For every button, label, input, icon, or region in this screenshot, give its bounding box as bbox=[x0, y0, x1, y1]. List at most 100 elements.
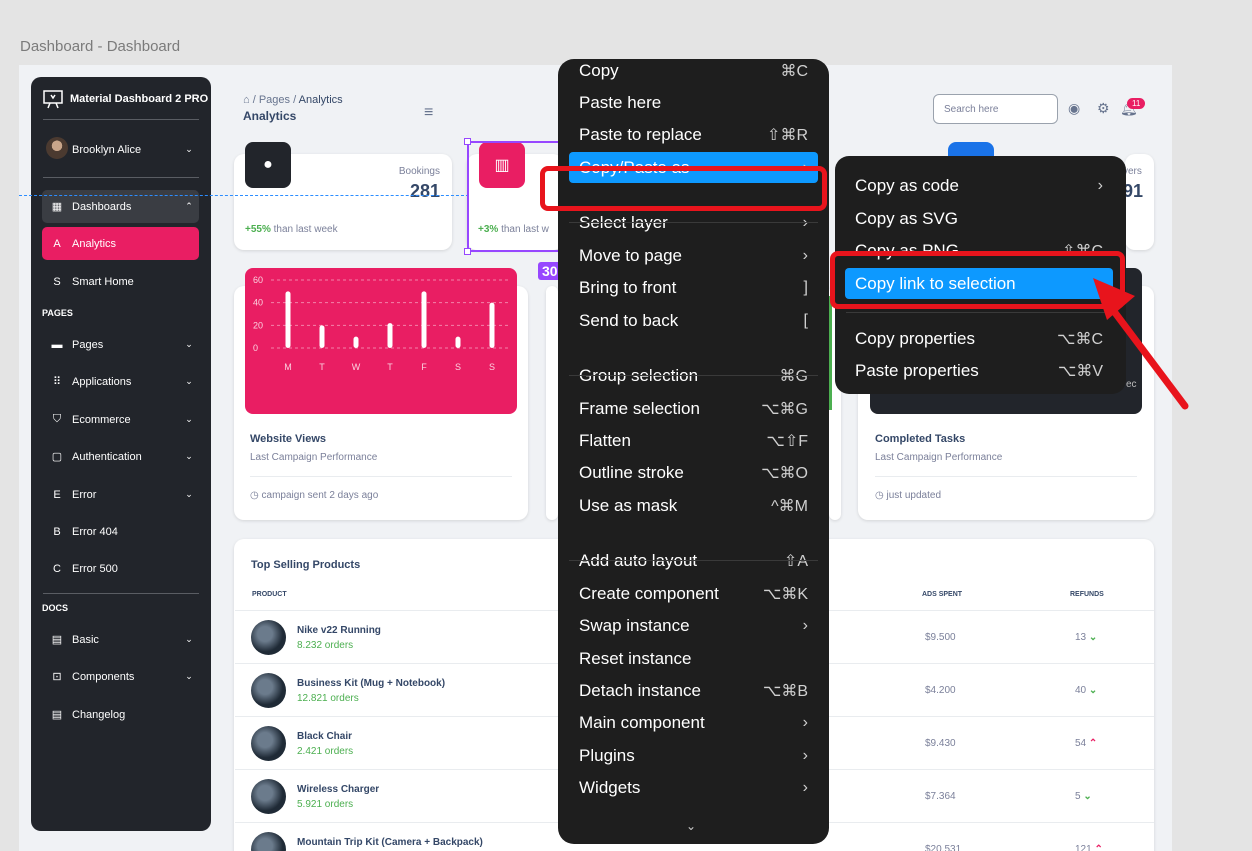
divider bbox=[43, 119, 199, 120]
col-ads: ADS SPENT bbox=[922, 591, 963, 598]
chevron-down-icon: ⌄ bbox=[185, 634, 193, 644]
col-refunds: REFUNDS bbox=[1070, 591, 1104, 598]
resize-handle[interactable] bbox=[464, 248, 471, 255]
menu-item-swap-instance[interactable]: Swap instance › bbox=[569, 610, 818, 641]
scroll-down-icon[interactable]: ⌄ bbox=[686, 819, 696, 833]
product-image bbox=[251, 832, 286, 851]
menu-item-shortcut: ] bbox=[803, 278, 808, 296]
user-menu[interactable]: Brooklyn Alice ⌄ bbox=[42, 133, 199, 166]
submenu-item-copy-as-code[interactable]: Copy as code › bbox=[845, 170, 1113, 201]
clipboard-icon: ▢ bbox=[51, 451, 63, 463]
frame-label[interactable]: Dashboard - Dashboard bbox=[20, 38, 180, 55]
sidebar-item-error[interactable]: E Error ⌄ bbox=[42, 478, 199, 511]
menu-item-widgets[interactable]: Widgets › bbox=[569, 772, 818, 803]
sidebar-item-label: Error bbox=[72, 488, 97, 501]
sidebar-item-smart-home[interactable]: S Smart Home bbox=[42, 265, 199, 298]
menu-item-main-component[interactable]: Main component › bbox=[569, 707, 818, 738]
bar bbox=[455, 336, 461, 348]
alignment-guide bbox=[19, 195, 469, 196]
sidebar-item-components[interactable]: ⊡ Components ⌄ bbox=[42, 660, 199, 693]
resize-handle[interactable] bbox=[464, 138, 471, 145]
product-orders: 8.232 orders bbox=[297, 640, 354, 651]
divider bbox=[875, 476, 1137, 477]
menu-item-detach-instance[interactable]: Detach instance ⌥⌘B bbox=[569, 675, 818, 706]
menu-icon[interactable]: ≡ bbox=[424, 104, 433, 122]
sidebar-item-basic[interactable]: ▤ Basic ⌄ bbox=[42, 623, 199, 656]
refund-count: 54 bbox=[1075, 738, 1087, 749]
menu-item-paste-here[interactable]: Paste here bbox=[569, 87, 818, 118]
menu-item-shortcut: ⌥⌘O bbox=[761, 464, 808, 482]
sidebar-item-error-404[interactable]: B Error 404 bbox=[42, 515, 199, 548]
chart-card-partial bbox=[546, 286, 558, 520]
stat-icon-partial bbox=[948, 142, 994, 156]
menu-separator bbox=[569, 222, 818, 223]
refund-count: 13 bbox=[1075, 632, 1087, 643]
menu-item-label: Widgets bbox=[579, 777, 641, 797]
y-tick-label: 0 bbox=[253, 343, 258, 353]
menu-item-bring-to-front[interactable]: Bring to front] bbox=[569, 272, 818, 303]
stat-card-bookings: ● Bookings 281 +55% than last week bbox=[234, 142, 452, 250]
annotation-box bbox=[540, 166, 827, 211]
menu-separator bbox=[846, 312, 1114, 313]
menu-item-label: Detach instance bbox=[579, 680, 701, 700]
sidebar-item-pages[interactable]: ▬ Pages ⌄ bbox=[42, 328, 199, 361]
product-orders: 12.821 orders bbox=[297, 693, 359, 704]
menu-item-shortcut: ⌘C bbox=[780, 62, 808, 80]
menu-item-label: Use as mask bbox=[579, 495, 678, 515]
letter-icon: E bbox=[53, 488, 61, 501]
basket-icon: ⛉ bbox=[52, 413, 62, 425]
refunds: 121 ⌃ bbox=[1075, 844, 1103, 851]
menu-item-reset-instance[interactable]: Reset instance bbox=[569, 643, 818, 674]
clock-icon: ◷ bbox=[250, 490, 259, 501]
chevron-down-icon: ⌄ bbox=[185, 451, 193, 461]
list-icon: ▤ bbox=[51, 709, 63, 721]
submenu-item-copy-properties[interactable]: Copy properties ⌥⌘C bbox=[845, 323, 1113, 354]
sidebar-item-changelog[interactable]: ▤ Changelog bbox=[42, 698, 199, 731]
menu-item-flatten[interactable]: Flatten ⌥⇧F bbox=[569, 425, 818, 456]
chevron-down-icon: ⌄ bbox=[185, 671, 193, 681]
sidebar-item-analytics[interactable]: A Analytics bbox=[42, 227, 199, 260]
refund-count: 5 bbox=[1075, 791, 1081, 802]
sidebar-item-error-500[interactable]: C Error 500 bbox=[42, 552, 199, 585]
x-tick-label: W bbox=[352, 362, 361, 372]
chevron-down-icon: ⌄ bbox=[185, 414, 193, 424]
chart-footer: ◷ just updated bbox=[875, 490, 941, 501]
submenu-item-paste-properties[interactable]: Paste properties ⌥⌘V bbox=[845, 355, 1113, 386]
menu-item-create-component[interactable]: Create component ⌥⌘K bbox=[569, 578, 818, 609]
breadcrumb-current: Analytics bbox=[298, 94, 343, 106]
image-icon: ▬ bbox=[51, 338, 63, 351]
submenu-item-copy-as-svg[interactable]: Copy as SVG bbox=[845, 203, 1113, 234]
ads-spent: $20.531 bbox=[925, 844, 962, 851]
gear-icon[interactable]: ⚙ bbox=[1097, 100, 1110, 117]
menu-item-copy[interactable]: Copy ⌘C bbox=[569, 55, 818, 86]
document-icon: ▤ bbox=[51, 634, 63, 646]
menu-item-frame-selection[interactable]: Frame selection ⌥⌘G bbox=[569, 393, 818, 424]
menu-item-label: Outline stroke bbox=[579, 462, 684, 482]
brand[interactable]: Material Dashboard 2 PRO bbox=[43, 89, 208, 109]
breadcrumb-pages[interactable]: Pages bbox=[259, 94, 290, 106]
sidebar-item-label: Pages bbox=[72, 338, 104, 351]
menu-item-outline-stroke[interactable]: Outline stroke ⌥⌘O bbox=[569, 457, 818, 488]
account-icon[interactable]: ◉ bbox=[1068, 100, 1080, 117]
chart-title: Website Views bbox=[250, 433, 327, 445]
sidebar-item-ecommerce[interactable]: ⛉ Ecommerce ⌄ bbox=[42, 403, 199, 436]
table-title: Top Selling Products bbox=[251, 559, 361, 571]
menu-item-label: Send to back bbox=[579, 310, 679, 330]
y-tick-label: 60 bbox=[253, 275, 263, 285]
bar bbox=[353, 336, 359, 348]
menu-item-send-to-back[interactable]: Send to back [ bbox=[569, 305, 818, 336]
menu-item-move-to-page[interactable]: Move to page › bbox=[569, 240, 818, 271]
chart-footer-text: just updated bbox=[886, 490, 942, 501]
stat-value: 91 bbox=[1123, 181, 1144, 201]
menu-item-paste-to-replace[interactable]: Paste to replace ⇧⌘R bbox=[569, 119, 818, 150]
sidebar-item-label: Smart Home bbox=[72, 275, 134, 288]
sidebar-item-authentication[interactable]: ▢ Authentication ⌄ bbox=[42, 440, 199, 473]
menu-item-use-as-mask[interactable]: Use as mask ^⌘M bbox=[569, 490, 818, 521]
bar-chart: 60 40 20 0 M T W T F S S bbox=[245, 268, 517, 414]
sidebar-item-applications[interactable]: ⠿ Applications ⌄ bbox=[42, 365, 199, 398]
sidebar-item-label: Error 404 bbox=[72, 525, 118, 538]
menu-item-plugins[interactable]: Plugins › bbox=[569, 740, 818, 771]
sidebar: Material Dashboard 2 PRO Brooklyn Alice … bbox=[31, 77, 211, 831]
home-icon[interactable]: ⌂ bbox=[243, 94, 250, 106]
search-input[interactable]: Search here bbox=[933, 94, 1058, 124]
